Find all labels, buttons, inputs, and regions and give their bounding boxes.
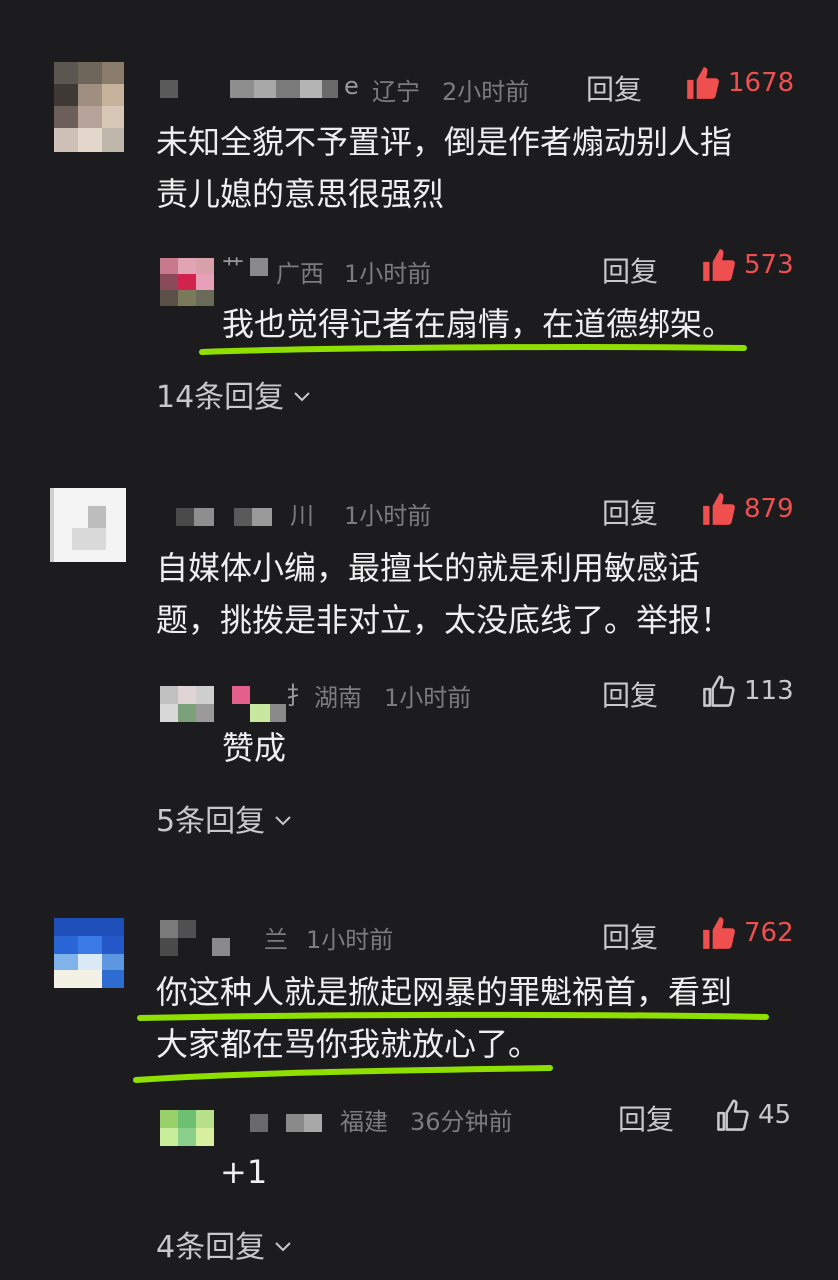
reply-button[interactable]: 回复	[602, 916, 658, 956]
avatar[interactable]	[54, 62, 124, 152]
reply-button[interactable]: 回复	[602, 492, 658, 532]
like-button[interactable]: 762	[700, 914, 794, 952]
username-blurred[interactable]	[176, 508, 286, 526]
username-fragment: e	[344, 72, 359, 100]
thumbs-up-icon	[684, 64, 722, 102]
like-button[interactable]: 879	[700, 490, 794, 528]
thumbs-up-icon	[700, 246, 738, 284]
location: 福建	[340, 1108, 388, 1136]
like-button[interactable]: 113	[700, 672, 794, 710]
more-replies-label: 5条回复	[156, 804, 266, 839]
username-blurred[interactable]	[232, 686, 288, 722]
highlight-underline	[137, 1011, 769, 1021]
reply-text: +1	[220, 1153, 268, 1191]
avatar[interactable]	[160, 686, 214, 722]
comment-text-line: 未知全貌不予置评，倒是作者煽动别人指	[156, 123, 733, 161]
avatar[interactable]	[160, 258, 214, 306]
location: 辽宁	[372, 78, 420, 106]
more-replies-button[interactable]: 5条回复	[156, 796, 293, 840]
username-fragment: 扌	[286, 682, 310, 710]
highlight-underline	[133, 1065, 553, 1083]
timestamp: 2小时前	[442, 78, 530, 106]
chevron-down-icon	[273, 801, 293, 836]
username-fragment: 艹	[222, 256, 245, 281]
like-count: 113	[744, 676, 794, 706]
thumbs-up-icon	[714, 1096, 752, 1134]
comment-text-line: 题，挑拨是非对立，太没底线了。举报！	[156, 601, 733, 639]
username-blurred[interactable]	[160, 80, 350, 98]
like-count: 1678	[728, 68, 795, 98]
chevron-down-icon	[292, 377, 312, 412]
more-replies-button[interactable]: 14条回复	[156, 372, 312, 416]
like-count: 573	[744, 250, 794, 280]
username-blurred[interactable]	[250, 258, 270, 276]
reply-text: 赞成	[222, 729, 287, 767]
reply-button[interactable]: 回复	[602, 674, 658, 714]
username-blurred[interactable]	[250, 1114, 330, 1132]
thumbs-up-icon	[700, 490, 738, 528]
like-count: 45	[758, 1100, 792, 1130]
like-button[interactable]: 45	[714, 1096, 791, 1134]
thumbs-up-icon	[700, 914, 738, 952]
location: 川	[290, 502, 314, 530]
timestamp: 1小时前	[384, 684, 472, 712]
like-button[interactable]: 573	[700, 246, 794, 284]
highlight-underline	[199, 344, 747, 355]
location: 湖南	[314, 684, 362, 712]
avatar[interactable]	[160, 1110, 214, 1146]
location: 广西	[276, 260, 324, 288]
comment-text: 自媒体小编，最擅长的就是利用敏感话 题，挑拨是非对立，太没底线了。举报！	[156, 542, 826, 646]
more-replies-button[interactable]: 4条回复	[156, 1222, 293, 1266]
like-count: 762	[744, 918, 794, 948]
thumbs-up-icon	[700, 672, 738, 710]
timestamp: 1小时前	[344, 260, 432, 288]
chevron-down-icon	[273, 1227, 293, 1262]
timestamp: 1小时前	[344, 502, 432, 530]
timestamp: 1小时前	[306, 926, 394, 954]
username-blurred[interactable]	[160, 920, 236, 956]
like-count: 879	[744, 494, 794, 524]
avatar[interactable]	[54, 918, 124, 988]
reply-button[interactable]: 回复	[618, 1098, 674, 1138]
avatar[interactable]	[50, 488, 126, 562]
more-replies-label: 14条回复	[156, 380, 285, 415]
comment-text-line: 自媒体小编，最擅长的就是利用敏感话	[156, 549, 701, 587]
location: 兰	[264, 926, 288, 954]
reply-button[interactable]: 回复	[602, 250, 658, 290]
like-button[interactable]: 1678	[684, 64, 794, 102]
reply-button[interactable]: 回复	[586, 68, 642, 108]
comment-text: 未知全貌不予置评，倒是作者煽动别人指 责儿媳的意思很强烈	[156, 116, 816, 220]
comment-text-line: 责儿媳的意思很强烈	[156, 175, 445, 213]
more-replies-label: 4条回复	[156, 1230, 266, 1265]
timestamp: 36分钟前	[410, 1108, 513, 1136]
